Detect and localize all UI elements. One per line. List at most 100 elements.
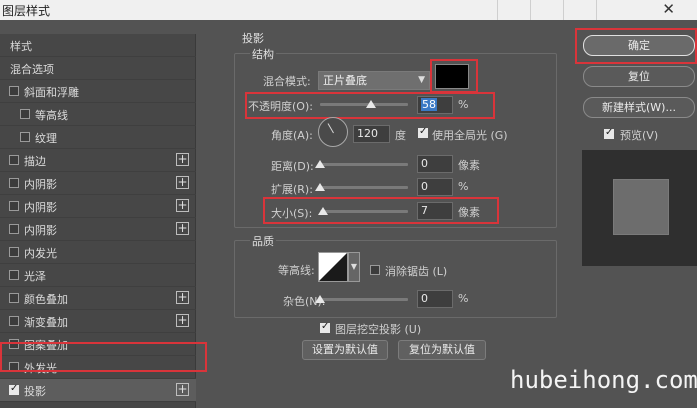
angle-unit: 度 — [395, 129, 406, 142]
style-list-item[interactable]: 内阴影 + — [0, 195, 196, 218]
angle-value: 120 — [357, 127, 378, 140]
distance-slider-thumb[interactable] — [315, 160, 325, 168]
blend-mode-select[interactable]: 正片叠底 ▼ — [318, 71, 430, 90]
add-icon[interactable]: + — [176, 176, 189, 189]
style-checkbox[interactable] — [20, 109, 30, 119]
style-list-item[interactable]: 描边 + — [0, 149, 196, 172]
style-checkbox[interactable] — [9, 86, 19, 96]
style-list-item[interactable]: 内发光 — [0, 241, 196, 264]
reset-default-button[interactable]: 复位为默认值 — [398, 340, 486, 360]
spread-slider[interactable] — [320, 186, 408, 189]
style-checkbox[interactable] — [9, 383, 19, 395]
anti-alias-label: 消除锯齿 (L) — [385, 265, 448, 278]
add-icon[interactable]: + — [176, 314, 189, 327]
spread-label: 扩展(R): — [271, 183, 313, 196]
preview-swatch — [613, 179, 669, 235]
style-list-item-label: 光泽 — [24, 270, 46, 283]
style-checkbox[interactable] — [20, 132, 30, 142]
style-list-item-label: 等高线 — [35, 109, 68, 122]
spread-unit: % — [458, 180, 469, 193]
style-list-item[interactable]: 内阴影 + — [0, 218, 196, 241]
set-default-button[interactable]: 设置为默认值 — [302, 340, 388, 360]
style-checkbox[interactable] — [9, 178, 19, 188]
quality-title: 品质 — [250, 233, 276, 249]
style-list-item[interactable]: 渐变叠加 + — [0, 310, 196, 333]
noise-input[interactable]: 0 — [417, 290, 453, 308]
noise-value: 0 — [421, 292, 428, 305]
style-list-item-label: 投影 — [24, 385, 46, 398]
style-list-item[interactable]: 投影 + — [0, 379, 196, 402]
style-list-item-label: 内发光 — [24, 247, 57, 260]
highlight-box — [245, 92, 495, 119]
spread-input[interactable]: 0 — [417, 178, 453, 196]
add-icon[interactable]: + — [176, 222, 189, 235]
close-icon[interactable]: ✕ — [662, 0, 675, 18]
title-divider — [497, 0, 498, 20]
noise-slider-thumb[interactable] — [315, 295, 325, 303]
section-title: 投影 — [242, 32, 264, 45]
style-list-item[interactable]: 等高线 — [0, 103, 196, 126]
anti-alias-checkbox[interactable] — [370, 265, 380, 275]
chevron-down-icon: ▼ — [418, 75, 425, 85]
use-global-light-checkbox[interactable] — [418, 126, 428, 138]
style-checkbox[interactable] — [9, 247, 19, 257]
title-divider — [596, 0, 597, 20]
style-checkbox[interactable] — [9, 155, 19, 165]
distance-unit: 像素 — [458, 159, 480, 172]
style-list-item[interactable]: 颜色叠加 + — [0, 287, 196, 310]
style-checkbox[interactable] — [9, 270, 19, 280]
contour-curve-icon — [319, 253, 347, 281]
style-list-item-label: 描边 — [24, 155, 46, 168]
title-divider — [530, 0, 531, 20]
preview-label: 预览(V) — [620, 129, 659, 142]
title-divider — [563, 0, 564, 20]
style-list-header: 样式 — [0, 34, 196, 57]
noise-slider[interactable] — [320, 298, 408, 301]
angle-label: 角度(A): — [271, 129, 313, 142]
title-bar: 图层样式 ✕ — [0, 0, 697, 20]
spread-slider-thumb[interactable] — [315, 183, 325, 191]
chevron-down-icon[interactable]: ▼ — [348, 252, 360, 282]
angle-dial[interactable] — [318, 117, 348, 147]
style-list-item-label: 内阴影 — [24, 224, 57, 237]
style-list-item-label: 渐变叠加 — [24, 316, 68, 329]
contour-preview[interactable] — [318, 252, 348, 282]
style-list-item[interactable]: 内阴影 + — [0, 172, 196, 195]
knockout-checkbox[interactable] — [320, 321, 330, 333]
distance-value: 0 — [421, 157, 428, 170]
angle-input[interactable]: 120 — [353, 125, 390, 143]
use-global-light-label: 使用全局光 (G) — [432, 129, 508, 142]
add-icon[interactable]: + — [176, 383, 189, 396]
contour-label: 等高线: — [278, 264, 315, 277]
structure-title: 结构 — [250, 46, 276, 62]
style-list-item-label: 颜色叠加 — [24, 293, 68, 306]
style-checkbox[interactable] — [9, 224, 19, 234]
blend-mode-value: 正片叠底 — [323, 74, 367, 87]
style-checkbox[interactable] — [9, 293, 19, 303]
knockout-label: 图层挖空投影 (U) — [335, 323, 422, 336]
noise-unit: % — [458, 292, 469, 305]
preview-checkbox[interactable] — [604, 127, 614, 139]
style-checkbox[interactable] — [9, 201, 19, 211]
style-list-item[interactable]: 纹理 — [0, 126, 196, 149]
style-list-item[interactable]: 混合选项 — [0, 57, 196, 80]
style-list-item-label: 内阴影 — [24, 178, 57, 191]
style-preview — [582, 150, 697, 266]
distance-slider[interactable] — [320, 163, 408, 166]
new-style-button[interactable]: 新建样式(W)... — [583, 97, 695, 118]
style-list-item-label: 内阴影 — [24, 201, 57, 214]
style-list-item[interactable]: 光泽 — [0, 264, 196, 287]
watermark: hubeihong.com — [510, 366, 697, 394]
window-title: 图层样式 — [2, 4, 51, 18]
add-icon[interactable]: + — [176, 199, 189, 212]
style-checkbox[interactable] — [9, 316, 19, 326]
add-icon[interactable]: + — [176, 153, 189, 166]
highlight-box — [263, 197, 499, 224]
distance-label: 距离(D): — [271, 160, 314, 173]
style-list-item[interactable]: 斜面和浮雕 — [0, 80, 196, 103]
style-list-item-label: 纹理 — [35, 132, 57, 145]
distance-input[interactable]: 0 — [417, 155, 453, 173]
add-icon[interactable]: + — [176, 291, 189, 304]
reset-button[interactable]: 复位 — [583, 66, 695, 87]
highlight-box — [0, 342, 207, 372]
